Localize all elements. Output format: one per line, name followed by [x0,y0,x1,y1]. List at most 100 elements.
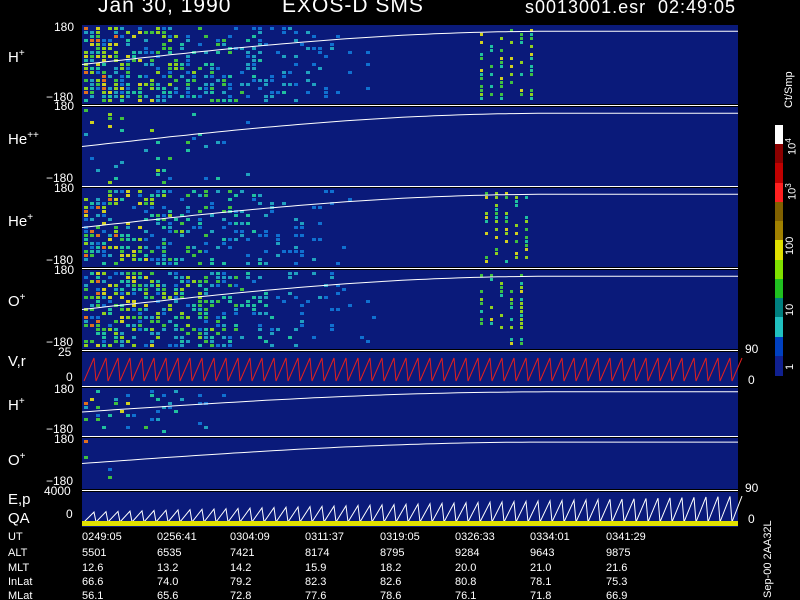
spectrogram-cell [108,218,112,221]
spectrogram-cell [198,292,202,295]
spectrogram-cell [168,210,172,213]
spectrogram-cell [198,226,202,229]
spectrogram-cell [216,141,220,144]
spectrogram-cell [210,300,214,303]
spectrogram-cell [156,157,160,160]
spectrogram-cell [520,61,523,64]
spectrogram-cell [270,75,274,78]
spectrogram-cell [120,91,124,94]
spectrogram-cell [198,332,202,335]
spectrogram-cell [210,304,214,307]
spectrogram-cell [530,89,533,92]
spectrogram-cell [144,254,148,257]
spectrogram-cell [144,426,148,429]
spectrogram-cell [114,226,118,229]
spectrogram-cell [495,248,498,251]
spectrogram-cell [90,51,94,54]
spectrogram-cell [120,292,124,295]
spectrogram-cell [348,71,352,74]
spectrogram-cell [126,340,130,343]
spectrogram-cell [120,190,124,193]
spectrogram-cell [90,304,94,307]
spectrogram-cell [180,328,184,331]
footer-cell-mlt: 15.9 [305,562,327,574]
spectrogram-cell [96,63,100,66]
spectrogram-cell [204,234,208,237]
spectrogram-cell [168,75,172,78]
spectrogram-cell [288,272,292,275]
spectrogram-cell [490,73,493,76]
ytick-top: 180 [54,382,75,396]
spectrogram-cell [294,328,298,331]
spectrogram-cell [126,55,130,58]
spectrogram-cell [510,65,513,68]
spectrogram-cell [228,340,232,343]
spectrogram-cell [180,198,184,201]
panel-label-ep: E,p [8,491,31,508]
spectrogram-cell [246,262,250,265]
spectrogram-cell [204,320,208,323]
spectrogram-cell [204,194,208,197]
spectrogram-cell [120,161,124,164]
spectrogram-cell [240,336,244,339]
spectrogram-cell [120,67,124,70]
spectrogram-cell [228,190,232,193]
spectrogram-cell [156,410,160,413]
spectrogram-cell [174,258,178,261]
spectrogram-cell [108,344,112,347]
spectrogram-cell [132,59,136,62]
spectrogram-cell [234,214,238,217]
spectrogram-cell [168,39,172,42]
ytick-top: 25 [58,345,72,359]
spectrogram-cell [186,304,190,307]
spectrogram-cell [138,320,142,323]
spectrogram-cell [234,230,238,233]
spectrogram-cell [246,121,250,124]
spectrogram-cell [490,45,493,48]
spectrogram-cell [228,83,232,86]
spectrogram-cell [90,230,94,233]
footer-cell-mlat: 78.6 [380,590,402,600]
spectrogram-cell [108,47,112,50]
spectrogram-cell [246,238,250,241]
spectrogram-cell [306,79,310,82]
spectrogram-cell [84,31,88,34]
spectrogram-cell [282,300,286,303]
spectrogram-cell [156,292,160,295]
ytick-top: 180 [54,99,75,113]
spectrogram-cell [126,414,130,417]
spectrogram-cell [174,276,178,279]
footer-cell-inlat: 82.3 [305,576,327,588]
spectrogram-cell [485,260,488,263]
spectrogram-cell [102,51,106,54]
spectrogram-cell [90,242,94,245]
spectrogram-cell [174,230,178,233]
spectrogram-cell [108,113,112,116]
spectrogram-cell [294,83,298,86]
spectrogram-cell [324,55,328,58]
spectrogram-cell [168,35,172,38]
spectrogram-cell [180,258,184,261]
spectrogram-cell [294,250,298,253]
spectrogram-cell [264,214,268,217]
spectrogram-cell [240,288,244,291]
spectrogram-cell [252,198,256,201]
spectrogram-cell [505,220,508,223]
spectrogram-cell [525,196,528,199]
spectrogram-cell [126,280,130,283]
spectrogram-cell [114,288,118,291]
spectrogram-cell [84,456,88,459]
spectrogram-cell [192,95,196,98]
spectrogram-cell [520,37,523,40]
colorbar-swatch [775,221,783,242]
spectrogram-cell [150,316,154,319]
spectrogram-cell [258,312,262,315]
spectrogram-cell [495,208,498,211]
spectrogram-cell [186,276,190,279]
spectrogram-cell [294,344,298,347]
spectrogram-cell [84,296,88,299]
spectrogram-cell [126,234,130,237]
spectrogram-cell [300,312,304,315]
spectrogram-cell [174,218,178,221]
spectrogram-cell [294,218,298,221]
